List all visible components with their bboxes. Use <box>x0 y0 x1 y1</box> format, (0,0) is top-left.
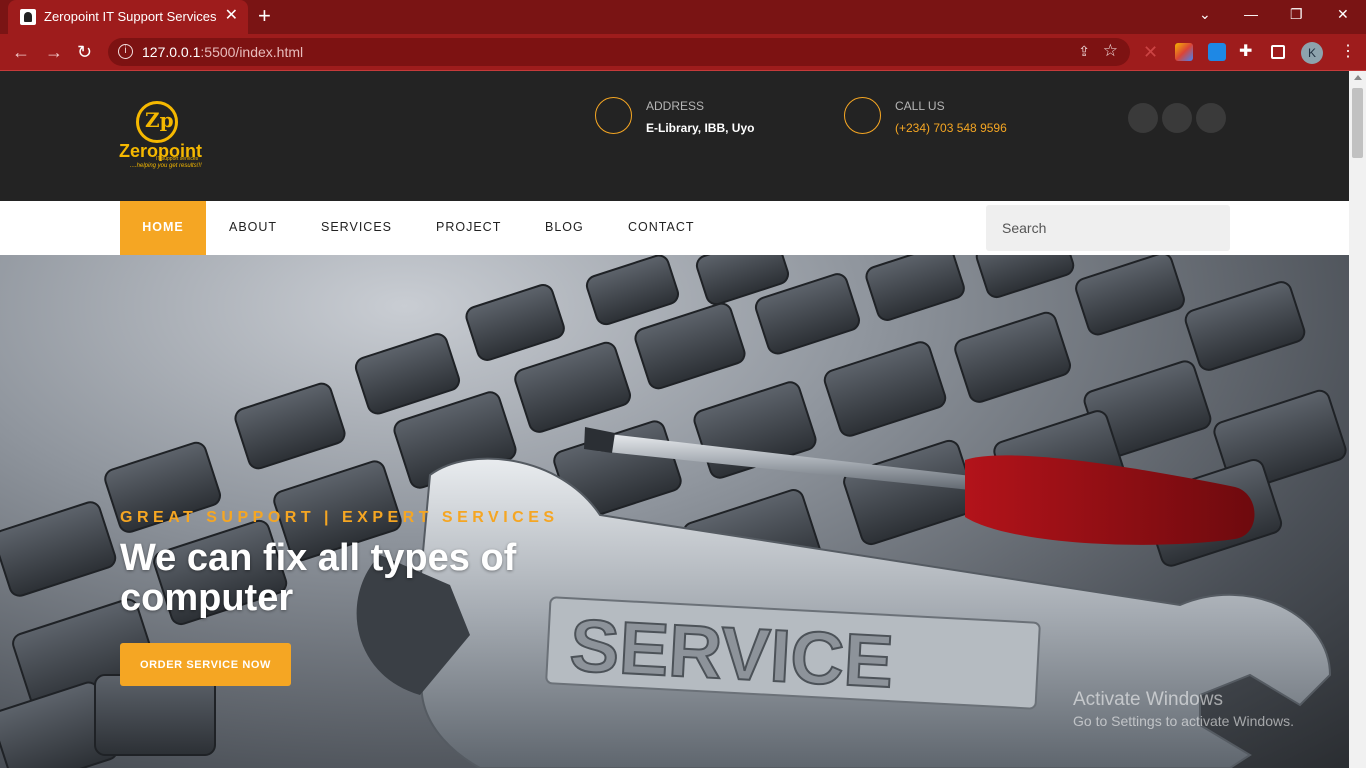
scroll-up-icon[interactable] <box>1354 75 1362 80</box>
address-bar[interactable]: i 127.0.0.1:5500/index.html ⇪ ☆ <box>108 38 1130 66</box>
nav-blog[interactable]: BLOG <box>545 201 584 255</box>
address-label: ADDRESS <box>646 99 705 113</box>
location-icon <box>595 97 632 134</box>
hero-eyebrow: GREAT SUPPORT | EXPERT SERVICES <box>120 509 559 526</box>
back-icon[interactable]: ← <box>12 41 30 63</box>
address-value: E-Library, IBB, Uyo <box>646 121 755 135</box>
logo-mark: Zp <box>145 108 174 132</box>
phone-icon <box>844 97 881 134</box>
windows-activation-watermark: Activate Windows Go to Settings to activ… <box>1073 689 1294 729</box>
nav-project[interactable]: PROJECT <box>436 201 501 255</box>
nav-contact[interactable]: CONTACT <box>628 201 695 255</box>
phone-number[interactable]: (+234) 703 548 9596 <box>895 121 1007 135</box>
extension-color-icon[interactable] <box>1175 43 1193 61</box>
extensions-puzzle-icon[interactable]: ✚ <box>1239 43 1257 61</box>
nav-services[interactable]: SERVICES <box>321 201 392 255</box>
new-tab-icon[interactable]: + <box>258 4 271 28</box>
instagram-icon[interactable] <box>1196 103 1226 133</box>
extension-screenshot-icon[interactable] <box>1208 43 1226 61</box>
browser-tab-bar: Zeropoint IT Support Services ✕ + ⌄ — ❐ … <box>0 0 1366 34</box>
wrench-service-text: SERVICE <box>568 603 895 703</box>
main-navigation: HOME ABOUT SERVICES PROJECT BLOG CONTACT <box>0 201 1349 255</box>
tab-search-icon[interactable]: ⌄ <box>1199 6 1211 23</box>
restore-icon[interactable]: ❐ <box>1290 6 1303 23</box>
nav-about[interactable]: ABOUT <box>229 201 277 255</box>
logo-subtitle: IT support services <box>156 156 199 162</box>
search-input[interactable] <box>986 205 1230 251</box>
call-label: CALL US <box>895 99 945 113</box>
watermark-subtitle: Go to Settings to activate Windows. <box>1073 713 1294 729</box>
close-window-icon[interactable]: ✕ <box>1337 6 1349 23</box>
site-favicon-icon <box>20 9 36 25</box>
twitter-icon[interactable] <box>1162 103 1192 133</box>
share-icon[interactable]: ⇪ <box>1078 43 1090 60</box>
extension-x-icon[interactable]: ✕ <box>1143 43 1161 61</box>
browser-menu-icon[interactable]: ⋮ <box>1340 41 1356 63</box>
page-scrollbar[interactable] <box>1349 71 1366 768</box>
bookmark-star-icon[interactable]: ☆ <box>1103 41 1118 61</box>
tab-title: Zeropoint IT Support Services <box>44 9 217 24</box>
facebook-icon[interactable] <box>1128 103 1158 133</box>
reload-icon[interactable]: ↻ <box>77 41 92 63</box>
browser-toolbar: ← → ↻ i 127.0.0.1:5500/index.html ⇪ ☆ ✕ … <box>0 34 1366 71</box>
minimize-icon[interactable]: — <box>1244 6 1258 22</box>
order-service-button[interactable]: ORDER SERVICE NOW <box>120 643 291 686</box>
url-text[interactable]: 127.0.0.1:5500/index.html <box>142 44 303 60</box>
browser-tab[interactable]: Zeropoint IT Support Services ✕ <box>8 0 248 34</box>
profile-avatar[interactable]: K <box>1301 42 1323 64</box>
nav-home[interactable]: HOME <box>120 201 206 255</box>
logo-tagline: ....helping you get results!!! <box>130 163 202 169</box>
hero-banner: SERVICE GREAT SUPPORT | EXPERT SERVICES … <box>0 255 1349 768</box>
forward-icon[interactable]: → <box>45 41 63 63</box>
hero-headline: We can fix all types of computer <box>120 537 517 619</box>
page-viewport: Zp Zeropoint IT support services ....hel… <box>0 71 1349 768</box>
site-logo[interactable]: Zp Zeropoint IT support services ....hel… <box>118 99 228 174</box>
watermark-title: Activate Windows <box>1073 689 1223 710</box>
top-header: Zp Zeropoint IT support services ....hel… <box>0 71 1349 201</box>
scroll-thumb[interactable] <box>1352 88 1363 158</box>
site-info-icon[interactable]: i <box>118 44 133 59</box>
close-tab-icon[interactable]: ✕ <box>225 7 238 25</box>
side-panel-icon[interactable] <box>1271 45 1285 59</box>
